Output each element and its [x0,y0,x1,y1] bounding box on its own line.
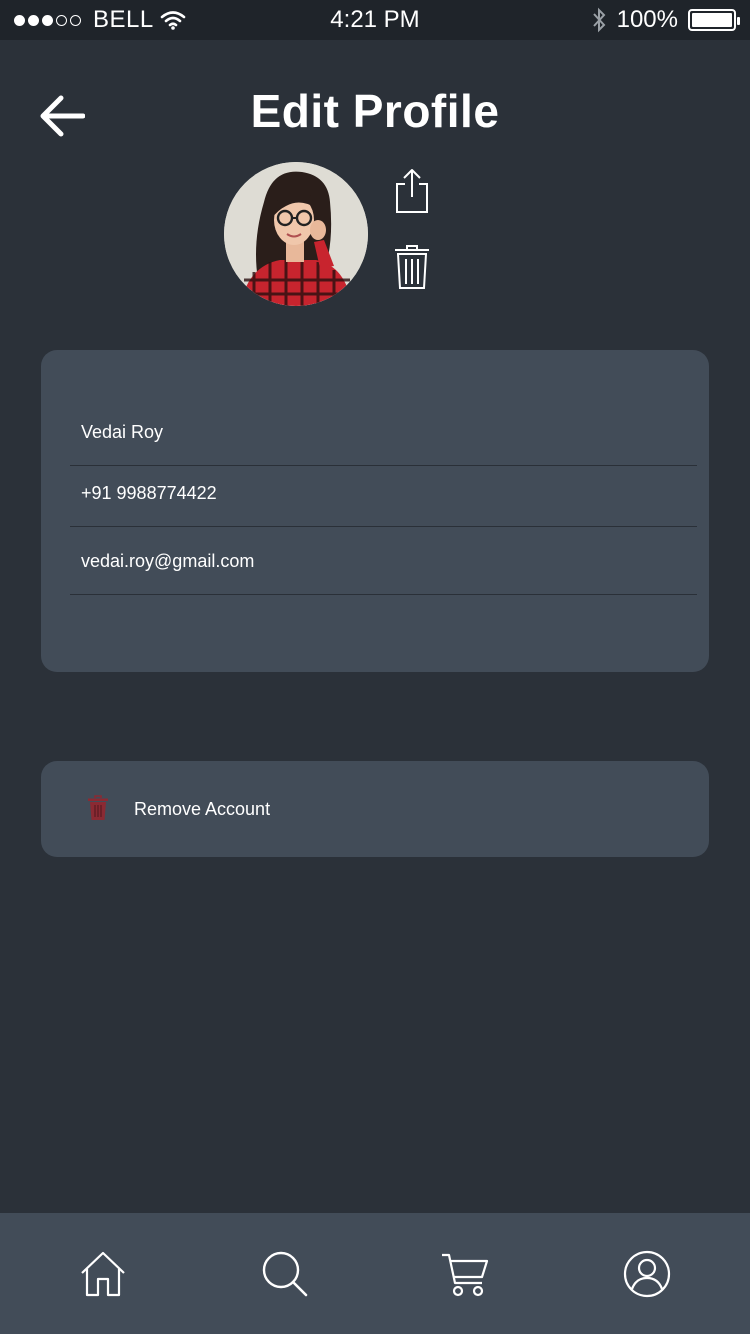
trash-icon [88,795,108,820]
email-value: vedai.roy@gmail.com [81,551,255,571]
signal-strength-icon [14,14,81,26]
status-left: BELL [14,6,186,34]
nav-profile[interactable] [622,1249,672,1299]
email-field[interactable]: vedai.roy@gmail.com [70,527,697,595]
name-value: Vedai Roy [81,422,164,442]
remove-account-button[interactable]: Remove Account [41,761,709,857]
delete-photo-icon[interactable] [394,244,430,290]
status-bar: BELL 4:21 PM 100% [0,0,750,40]
status-right: 100% [591,6,740,34]
home-icon [81,1251,125,1297]
nav-cart[interactable] [440,1249,490,1299]
name-field[interactable]: Vedai Roy [70,410,697,466]
bluetooth-icon [592,7,605,33]
search-icon [262,1251,308,1297]
wifi-icon [160,11,186,30]
remove-account-label: Remove Account [134,799,271,819]
avatar[interactable] [224,162,368,306]
battery-icon [688,9,740,31]
avatar-photo [224,162,368,306]
profile-icon [623,1250,671,1298]
phone-value: +91 9988774422 [81,483,217,503]
profile-form-card: Vedai Roy +91 9988774422 vedai.roy@gmail… [41,350,709,672]
battery-percent: 100% [616,6,678,33]
carrier-name: BELL [93,6,154,33]
upload-photo-icon[interactable] [394,168,430,214]
bottom-nav-bar [0,1213,750,1334]
phone-field[interactable]: +91 9988774422 [70,466,697,527]
nav-search[interactable] [260,1249,310,1299]
nav-home[interactable] [78,1249,128,1299]
cart-icon [442,1253,489,1297]
page-title: Edit Profile [250,85,500,137]
